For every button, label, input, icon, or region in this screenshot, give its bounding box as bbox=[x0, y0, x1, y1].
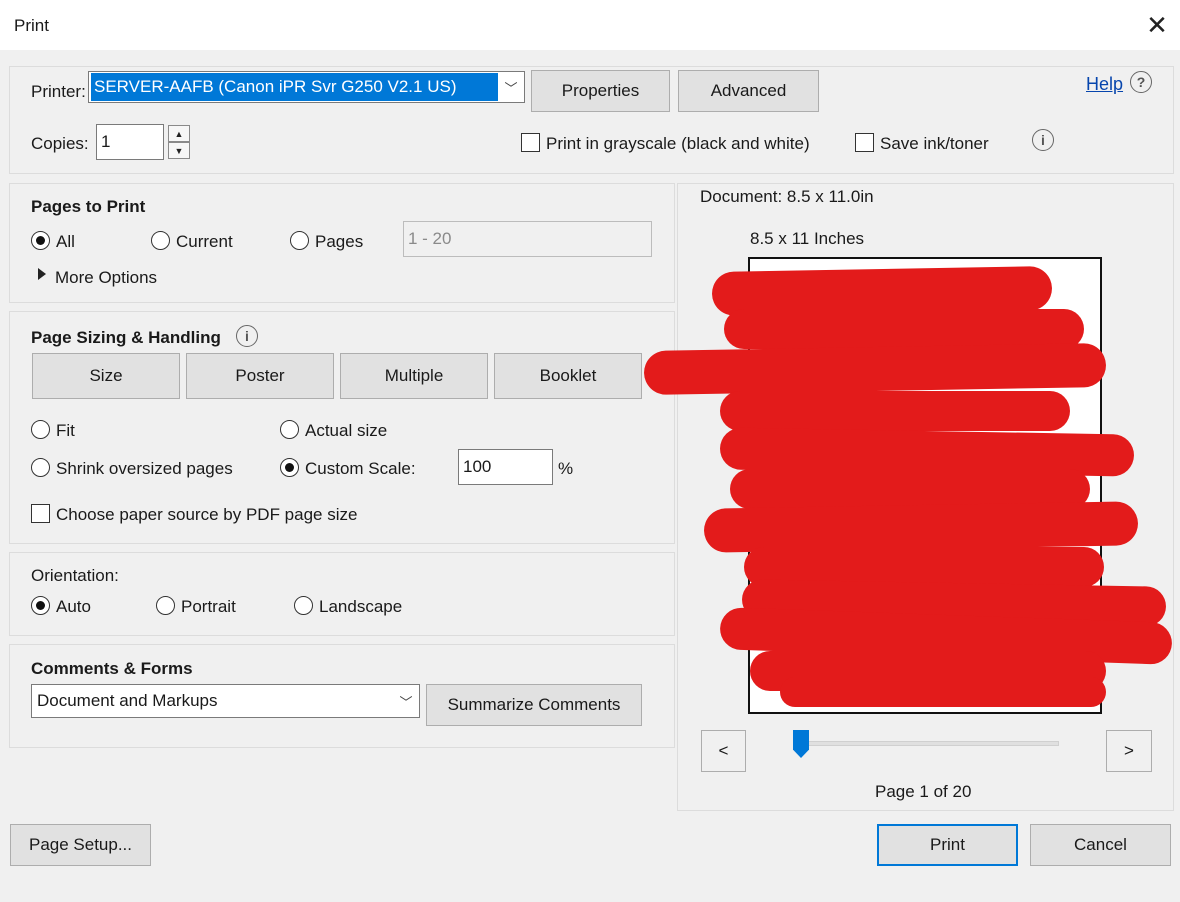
paper-size-label: 8.5 x 11 Inches bbox=[750, 229, 865, 248]
radio-all[interactable] bbox=[31, 231, 50, 250]
printer-select-value: SERVER-AAFB (Canon iPR Svr G250 V2.1 US) bbox=[91, 73, 498, 101]
copies-label: Copies: bbox=[31, 134, 89, 153]
close-icon[interactable]: ✕ bbox=[1142, 10, 1172, 40]
help-icon[interactable]: ? bbox=[1130, 71, 1152, 93]
print-button[interactable]: Print bbox=[877, 824, 1018, 866]
radio-actual-size-label: Actual size bbox=[305, 421, 388, 440]
properties-button[interactable]: Properties bbox=[531, 70, 670, 112]
printer-label: Printer: bbox=[31, 82, 86, 101]
tab-booklet[interactable]: Booklet bbox=[494, 353, 642, 399]
printer-select[interactable]: SERVER-AAFB (Canon iPR Svr G250 V2.1 US)… bbox=[88, 71, 525, 103]
radio-pages[interactable] bbox=[290, 231, 309, 250]
redaction-mark bbox=[780, 677, 1106, 707]
grayscale-checkbox[interactable] bbox=[521, 133, 540, 152]
cancel-button[interactable]: Cancel bbox=[1030, 824, 1171, 866]
copies-increment-button[interactable]: ▲ bbox=[168, 125, 190, 142]
save-ink-label: Save ink/toner bbox=[880, 134, 989, 153]
more-options-label[interactable]: More Options bbox=[55, 268, 157, 288]
comments-forms-value: Document and Markups bbox=[37, 691, 218, 710]
redaction-mark bbox=[703, 501, 1139, 553]
save-ink-checkbox[interactable] bbox=[855, 133, 874, 152]
page-slider-track[interactable] bbox=[795, 741, 1059, 746]
page-setup-button[interactable]: Page Setup... bbox=[10, 824, 151, 866]
tab-size[interactable]: Size bbox=[32, 353, 180, 399]
radio-current[interactable] bbox=[151, 231, 170, 250]
radio-auto-label: Auto bbox=[56, 597, 91, 616]
redaction-mark bbox=[724, 309, 1084, 349]
pages-to-print-heading: Pages to Print bbox=[31, 197, 146, 216]
redaction-mark bbox=[720, 391, 1070, 431]
radio-custom-scale[interactable] bbox=[280, 458, 299, 477]
chevron-down-icon: ﹀ bbox=[504, 80, 518, 96]
radio-fit-label: Fit bbox=[56, 421, 75, 440]
next-page-button[interactable]: > bbox=[1106, 730, 1152, 772]
page-sizing-heading: Page Sizing & Handling bbox=[31, 328, 221, 347]
document-size-label: Document: 8.5 x 11.0in bbox=[700, 187, 874, 206]
radio-actual-size[interactable] bbox=[280, 420, 299, 439]
radio-portrait-label: Portrait bbox=[181, 597, 236, 616]
radio-auto[interactable] bbox=[31, 596, 50, 615]
title-bar bbox=[0, 0, 1180, 50]
page-status: Page 1 of 20 bbox=[875, 782, 972, 801]
radio-shrink[interactable] bbox=[31, 458, 50, 477]
window-title: Print bbox=[14, 16, 49, 35]
page-sizing-info-icon[interactable]: i bbox=[236, 325, 258, 347]
paper-source-label: Choose paper source by PDF page size bbox=[56, 505, 358, 524]
help-link[interactable]: Help bbox=[1086, 74, 1123, 95]
radio-landscape-label: Landscape bbox=[319, 597, 403, 616]
paper-source-checkbox[interactable] bbox=[31, 504, 50, 523]
radio-portrait[interactable] bbox=[156, 596, 175, 615]
page-preview bbox=[643, 257, 1173, 714]
advanced-button[interactable]: Advanced bbox=[678, 70, 819, 112]
redaction-mark bbox=[643, 342, 1107, 396]
radio-landscape[interactable] bbox=[294, 596, 313, 615]
radio-fit[interactable] bbox=[31, 420, 50, 439]
tab-poster[interactable]: Poster bbox=[186, 353, 334, 399]
page-range-input[interactable]: 1 - 20 bbox=[403, 221, 652, 257]
radio-shrink-label: Shrink oversized pages bbox=[56, 459, 233, 478]
comments-forms-select[interactable]: Document and Markups ﹀ bbox=[31, 684, 420, 718]
previous-page-button[interactable]: < bbox=[701, 730, 746, 772]
radio-custom-scale-label: Custom Scale: bbox=[305, 459, 416, 478]
scale-input[interactable]: 100 bbox=[458, 449, 553, 485]
tab-multiple[interactable]: Multiple bbox=[340, 353, 488, 399]
copies-decrement-button[interactable]: ▼ bbox=[168, 142, 190, 159]
orientation-heading: Orientation: bbox=[31, 566, 119, 585]
chevron-down-icon: ﹀ bbox=[399, 694, 413, 710]
percent-label: % bbox=[558, 459, 574, 478]
grayscale-label: Print in grayscale (black and white) bbox=[546, 134, 810, 153]
expand-triangle-icon[interactable] bbox=[38, 268, 46, 280]
summarize-comments-button[interactable]: Summarize Comments bbox=[426, 684, 642, 726]
radio-current-label: Current bbox=[176, 232, 233, 251]
comments-forms-heading: Comments & Forms bbox=[31, 659, 193, 678]
info-icon[interactable]: i bbox=[1032, 129, 1054, 151]
radio-all-label: All bbox=[56, 232, 75, 251]
radio-pages-label: Pages bbox=[315, 232, 364, 251]
orientation-panel bbox=[9, 552, 675, 636]
copies-input[interactable]: 1 bbox=[96, 124, 164, 160]
